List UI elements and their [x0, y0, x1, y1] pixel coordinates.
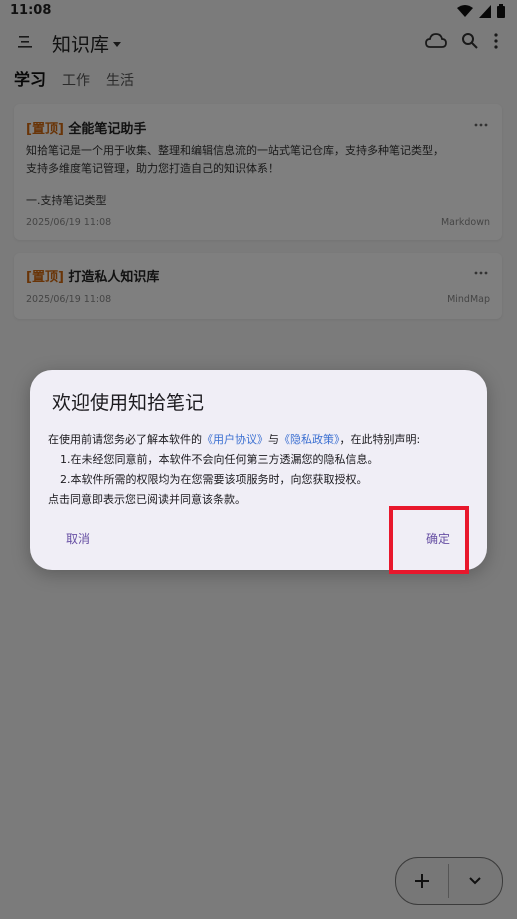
dialog-intro: 在使用前请您务必了解本软件的《用户协议》与《隐私政策》，在此特别声明: [48, 430, 473, 450]
dialog-intro-suffix: ，在此特别声明: [339, 433, 421, 446]
dialog-title: 欢迎使用知拾笔记 [52, 392, 205, 414]
cancel-button[interactable]: 取消 [54, 526, 102, 551]
user-agreement-link[interactable]: 《用户协议》 [202, 433, 268, 446]
dialog-and-text: 与 [268, 433, 279, 446]
dialog-item-2: 2.本软件所需的权限均为在您需要该项服务时，向您获取授权。 [60, 473, 368, 486]
privacy-policy-link[interactable]: 《隐私政策》 [279, 433, 340, 446]
dialog-intro-text: 在使用前请您务必了解本软件的 [48, 433, 202, 446]
highlight-box [389, 506, 469, 574]
dialog-item-1: 1.在未经您同意前，本软件不会向任何第三方透漏您的隐私信息。 [60, 453, 379, 466]
dialog-body: 在使用前请您务必了解本软件的《用户协议》与《隐私政策》，在此特别声明: 1.在未… [48, 430, 473, 510]
